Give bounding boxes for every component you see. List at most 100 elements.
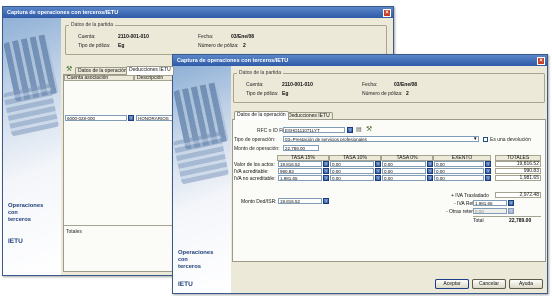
calc-icon[interactable]: ? [508,208,514,214]
search-icon[interactable]: ? [347,127,353,133]
cell-iva-noacr-exento[interactable]: 0.00 [434,175,484,181]
total-valor: 19,816.52 [495,161,541,167]
tipo-poliza-label: Tipo de póliza: [78,43,111,49]
close-icon[interactable]: × [383,8,391,17]
side-banner: Operaciones con terceros IETU [3,18,61,275]
calc-icon[interactable]: ? [323,161,329,167]
calculator-keypad-image [173,131,230,185]
tipo-poliza-value: Eg [118,43,125,49]
cell-iva-acr-0[interactable]: 0.00 [382,168,426,174]
calc-icon[interactable]: ? [375,161,381,167]
tipo-operacion-label: Tipo de operación: [234,137,276,143]
cuenta-value: 2110-001-010 [118,34,149,40]
calc-icon[interactable]: ? [427,161,433,167]
partida-group-label: Datos de la partida [237,70,283,76]
brand-text: Operaciones con terceros [8,203,43,224]
calc-icon[interactable]: ? [323,198,329,204]
column-cuenta[interactable]: Cuenta asociación [64,75,134,81]
operation-panel: RFC o ID Fiscal: ESHD111071LYT ? ▤ ⚒ Tip… [232,119,546,262]
cell-iva-noacr-0[interactable]: 0.00 [382,175,426,181]
total-label: Total [473,218,484,224]
calc-icon[interactable]: ? [427,168,433,174]
tools-icon[interactable]: ⚒ [366,125,372,133]
help-button[interactable]: Ayuda [509,279,543,289]
fecha-label: Fecha: [362,82,378,88]
fecha-value: 03/Ene/08 [394,82,418,88]
iva-retenido-input[interactable]: 1,981.65 [473,200,507,206]
cuenta-label: Cuenta: [78,34,96,40]
cuenta-label: Cuenta: [246,82,264,88]
otras-retenciones-input[interactable]: 0.00 [473,208,507,214]
tipo-poliza-value: Eg [282,91,289,97]
cuenta-cell[interactable]: 6000-028-000 [65,115,127,121]
numero-poliza-label: Número de póliza: [198,43,239,49]
iva-trasladado-label: + IVA Trasladado [451,193,489,199]
tools-icon[interactable]: ⚒ [66,66,73,73]
calculator-keypad-image [3,83,60,137]
brand-text: Operaciones con terceros [178,250,213,271]
document-icon[interactable]: ▤ [356,126,362,133]
front-window: Captura de operaciones con terceros/IETU… [172,54,548,294]
side-banner: Operaciones con terceros IETU [173,66,231,293]
cuenta-value: 2110-001-010 [282,82,313,88]
brand-line-1: Operaciones [8,203,44,209]
back-window-titlebar[interactable]: Captura de operaciones con terceros/IETU… [3,7,393,18]
brand-line-2: con [178,257,188,263]
brand-line-3: terceros [178,264,202,270]
ietu-logo-text: IETU [8,238,23,245]
cell-valor-0[interactable]: 0.00 [382,161,426,167]
monto-input[interactable]: 22,789.00 [283,145,319,151]
calc-icon[interactable]: ? [375,175,381,181]
back-window-title: Captura de operaciones con terceros/IETU [7,9,119,16]
total-value: 22,789.00 [509,218,532,224]
divider [64,225,184,226]
calc-icon[interactable]: ? [375,168,381,174]
calc-icon[interactable]: ? [323,168,329,174]
cell-iva-noacr-10[interactable]: 0.00 [330,175,374,181]
total-iva-acreditable: 990.83 [495,168,541,174]
cell-iva-acr-exento[interactable]: 0.00 [434,168,484,174]
accept-button[interactable]: Aceptar [435,279,469,289]
front-window-title: Captura de operaciones con terceros/IETU [177,57,289,64]
cell-valor-10[interactable]: 0.00 [330,161,374,167]
calc-icon[interactable]: ? [323,175,329,181]
close-icon[interactable]: × [537,56,545,65]
numero-poliza-label: Número de póliza: [362,91,403,97]
partida-group: Datos de la partida Cuenta: 2110-001-010… [233,70,545,103]
cancel-button[interactable]: Cancelar [472,279,506,289]
tipo-operacion-select[interactable]: 03=Prestación de servicios profesionales [283,136,479,142]
calc-icon[interactable]: ? [485,175,491,181]
brand-line-3: terceros [8,217,32,223]
tab-datos-operacion[interactable]: Datos de la operación [234,111,289,120]
partida-group: Datos de la partida Cuenta: 2110-001-010… [65,22,387,55]
cell-valor-15[interactable]: 19,816.52 [278,161,322,167]
calc-icon[interactable]: ? [508,200,514,206]
calc-icon[interactable]: ? [485,161,491,167]
isr-input[interactable]: 19,816.52 [278,198,322,204]
cell-iva-noacr-15[interactable]: 1,981.65 [278,175,322,181]
back-grid-panel: Cuenta asociación Descripción 6000-028-0… [63,74,185,272]
cell-valor-exento[interactable]: 0.00 [434,161,484,167]
totales-label: Totales [66,229,82,235]
front-window-titlebar[interactable]: Captura de operaciones con terceros/IETU… [173,55,547,66]
fecha-value: 03/Ene/08 [231,34,255,40]
tab-deducciones-ietu[interactable]: Deducciones IETU [126,66,174,75]
devolucion-label: Es una devolución [490,137,531,143]
numero-poliza-value: 2 [243,43,246,49]
rfc-input[interactable]: ESHD111071LYT [283,127,345,133]
devolucion-checkbox[interactable] [483,136,488,142]
row-label-valor: Valor de los actos: [234,162,275,168]
cell-iva-acr-15[interactable]: 990.83 [278,168,322,174]
total-iva-no-acreditable: 1,981.65 [495,175,541,181]
cell-iva-acr-10[interactable]: 0.00 [330,168,374,174]
iva-trasladado-value: 2,972.48 [495,192,541,198]
total-divider [473,216,541,217]
partida-group-label: Datos de la partida [69,22,115,28]
row-label-iva-acreditable: IVA acreditable: [234,169,269,175]
lookup-icon[interactable]: ? [128,115,134,121]
calc-icon[interactable]: ? [427,175,433,181]
calc-icon[interactable]: ? [485,168,491,174]
tipo-poliza-label: Tipo de póliza: [246,91,279,97]
isr-label: Monto Ded/ISR: [241,199,277,205]
chevron-down-icon[interactable]: ▼ [473,136,477,141]
